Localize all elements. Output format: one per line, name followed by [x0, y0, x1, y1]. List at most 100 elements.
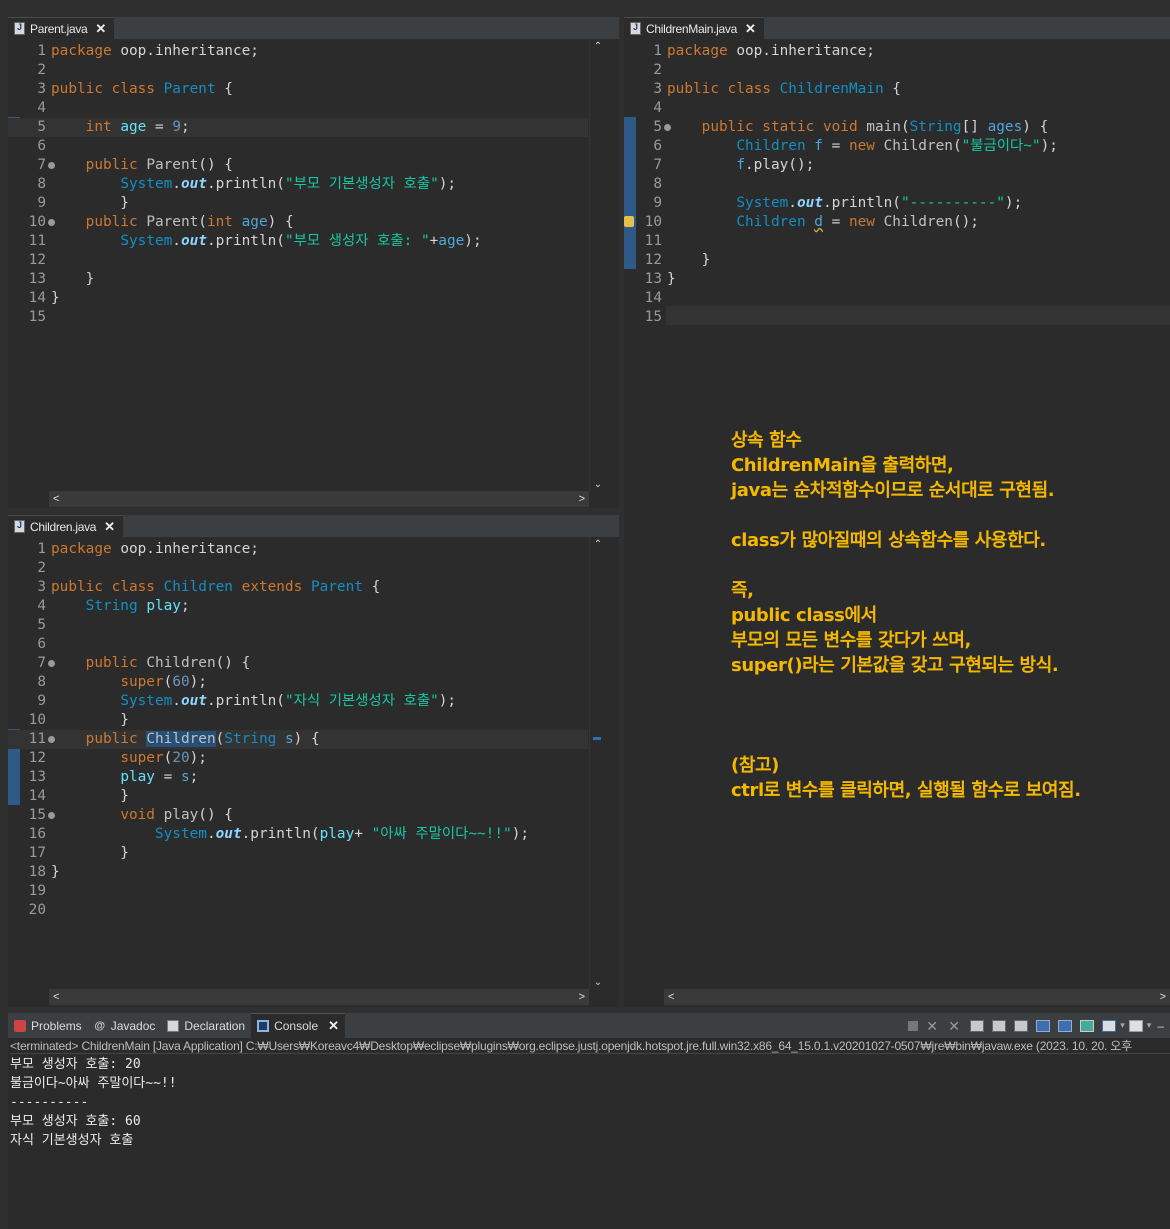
code-line[interactable]: 18}: [8, 863, 588, 882]
code-line[interactable]: 10 public Parent(int age) {: [8, 213, 588, 232]
code-line[interactable]: 12: [8, 251, 588, 270]
parent-editor[interactable]: Parent.java ✕ 1 package oop.inheritance; 2…: [8, 17, 619, 508]
code-line[interactable]: 13 play = s;: [8, 768, 588, 787]
code-line[interactable]: 20: [8, 901, 588, 920]
minimize-icon[interactable]: –: [1157, 1019, 1164, 1033]
code-line[interactable]: 2: [8, 61, 588, 80]
line-number: 14: [644, 290, 662, 306]
clear-console-icon[interactable]: [970, 1019, 985, 1032]
code-line[interactable]: 13}: [624, 270, 1170, 289]
code-line[interactable]: 17 }: [8, 844, 588, 863]
code-line[interactable]: 4: [8, 99, 588, 118]
scroll-lock-icon[interactable]: [992, 1019, 1007, 1032]
tab-problems[interactable]: Problems: [8, 1013, 88, 1038]
code-line[interactable]: 8 super(60);: [8, 673, 588, 692]
tab-label: ChildrenMain.java: [646, 21, 737, 36]
code-line[interactable]: 7 public Children() {: [8, 654, 588, 673]
console-line: 불금이다~아싸 주말이다~~!!: [10, 1076, 177, 1091]
terminate-icon[interactable]: [908, 1020, 919, 1031]
display-console-icon[interactable]: [1102, 1019, 1117, 1032]
code-line[interactable]: 12 super(20);: [8, 749, 588, 768]
close-icon[interactable]: ✕: [95, 21, 106, 37]
main-code-area[interactable]: 1 package oop.inheritance; 2 3 public class …: [624, 39, 1170, 489]
scroll-up-arrow[interactable]: ⌃: [590, 41, 606, 52]
code-line[interactable]: 19: [8, 882, 588, 901]
horizontal-scrollbar[interactable]: < >: [49, 989, 589, 1005]
code-line[interactable]: 10 Children d = new Children();: [624, 213, 1170, 232]
tab-declaration[interactable]: Declaration: [161, 1013, 251, 1038]
pin-console-icon[interactable]: [1080, 1019, 1095, 1032]
scroll-left-arrow[interactable]: <: [668, 989, 674, 1005]
scroll-up-arrow[interactable]: ⌃: [590, 539, 606, 550]
horizontal-scrollbar[interactable]: < >: [664, 989, 1170, 1005]
code-line[interactable]: 8: [624, 175, 1170, 194]
code-line[interactable]: 3 public class Parent {: [8, 80, 588, 99]
code-line[interactable]: 11 System.out.println("부모 생성자 호출: "+age)…: [8, 232, 588, 251]
console-output[interactable]: <terminated> ChildrenMain [Java Applicat…: [8, 1038, 1170, 1229]
code-line[interactable]: 16 System.out.println(play+ "아싸 주말이다~~!!…: [8, 825, 588, 844]
code-line[interactable]: 9 System.out.println("자식 기본생성자 호출");: [8, 692, 588, 711]
horizontal-scrollbar[interactable]: < >: [49, 491, 589, 507]
tab-childrenmain-java[interactable]: ChildrenMain.java ✕: [624, 17, 764, 39]
remove-all-icon[interactable]: ✕: [948, 1019, 962, 1033]
code-line[interactable]: 12 }: [624, 251, 1170, 270]
code-line[interactable]: 2: [8, 559, 588, 578]
code-line[interactable]: 10 }: [8, 711, 588, 730]
code-line[interactable]: 15 void play() {: [8, 806, 588, 825]
code-line[interactable]: 9 System.out.println("----------");: [624, 194, 1170, 213]
scroll-left-arrow[interactable]: <: [53, 989, 59, 1005]
show-on-error-icon[interactable]: [1058, 1019, 1073, 1032]
remove-launch-icon[interactable]: ✕: [926, 1019, 940, 1033]
code-line[interactable]: 11: [624, 232, 1170, 251]
code-line[interactable]: 1 package oop.inheritance;: [624, 42, 1170, 61]
scroll-down-arrow[interactable]: ⌄: [590, 977, 606, 988]
scroll-down-arrow[interactable]: ⌄: [590, 479, 606, 490]
code-line[interactable]: 14 }: [8, 787, 588, 806]
code-line[interactable]: 3 public class Children extends Parent {: [8, 578, 588, 597]
note-line: [731, 728, 1081, 753]
scroll-right-arrow[interactable]: >: [579, 491, 585, 507]
close-icon[interactable]: ✕: [745, 21, 756, 37]
tab-javadoc[interactable]: @ Javadoc: [88, 1013, 162, 1038]
code-line[interactable]: 13 }: [8, 270, 588, 289]
children-code-area[interactable]: 1 package oop.inheritance; 2 3 public class …: [8, 537, 588, 987]
close-icon[interactable]: ✕: [328, 1018, 339, 1034]
show-on-output-icon[interactable]: [1036, 1019, 1051, 1032]
code-line[interactable]: 15: [8, 308, 588, 327]
tab-parent-java[interactable]: Parent.java ✕: [8, 17, 114, 39]
scroll-left-arrow[interactable]: <: [53, 491, 59, 507]
code-line[interactable]: 7 public Parent() {: [8, 156, 588, 175]
code-line[interactable]: 2: [624, 61, 1170, 80]
code-line[interactable]: 14}: [8, 289, 588, 308]
code-line[interactable]: 6: [8, 137, 588, 156]
parent-code-area[interactable]: 1 package oop.inheritance; 2 3 public class …: [8, 39, 588, 489]
code-line[interactable]: 4 String play;: [8, 597, 588, 616]
scroll-right-arrow[interactable]: >: [579, 989, 585, 1005]
new-console-icon[interactable]: [1128, 1019, 1143, 1032]
chevron-down-icon[interactable]: ▾: [1147, 1020, 1152, 1031]
code-line[interactable]: 5: [8, 616, 588, 635]
scroll-right-arrow[interactable]: >: [1160, 989, 1166, 1005]
tab-children-java[interactable]: Children.java ✕: [8, 515, 123, 537]
code-line[interactable]: 5 public static void main(String[] ages)…: [624, 118, 1170, 137]
code-line[interactable]: 6: [8, 635, 588, 654]
tab-label: Children.java: [30, 519, 97, 534]
code-line[interactable]: 3 public class ChildrenMain {: [624, 80, 1170, 99]
code-line[interactable]: 6 Children f = new Children("불금이다~");: [624, 137, 1170, 156]
children-editor[interactable]: Children.java ✕ 1 package oop.inheritance…: [8, 515, 619, 1007]
code-line[interactable]: 1 package oop.inheritance;: [8, 42, 588, 61]
word-wrap-icon[interactable]: [1014, 1019, 1029, 1032]
code-line[interactable]: 4: [624, 99, 1170, 118]
code-line[interactable]: 8 System.out.println("부모 기본생성자 호출");: [8, 175, 588, 194]
code-line[interactable]: 11 public Children(String s) {: [8, 730, 588, 749]
vertical-scrollbar[interactable]: ⌃ ⌄: [589, 537, 605, 990]
code-line[interactable]: 9 }: [8, 194, 588, 213]
tab-console[interactable]: Console ✕: [251, 1013, 346, 1038]
line-number: 8: [37, 176, 46, 192]
code-line[interactable]: 5 int age = 9;: [8, 118, 588, 137]
code-line[interactable]: 1 package oop.inheritance;: [8, 540, 588, 559]
chevron-down-icon[interactable]: ▾: [1120, 1020, 1125, 1031]
close-icon[interactable]: ✕: [104, 519, 115, 535]
code-line[interactable]: 7 f.play();: [624, 156, 1170, 175]
vertical-scrollbar[interactable]: ⌃ ⌄: [589, 39, 605, 492]
